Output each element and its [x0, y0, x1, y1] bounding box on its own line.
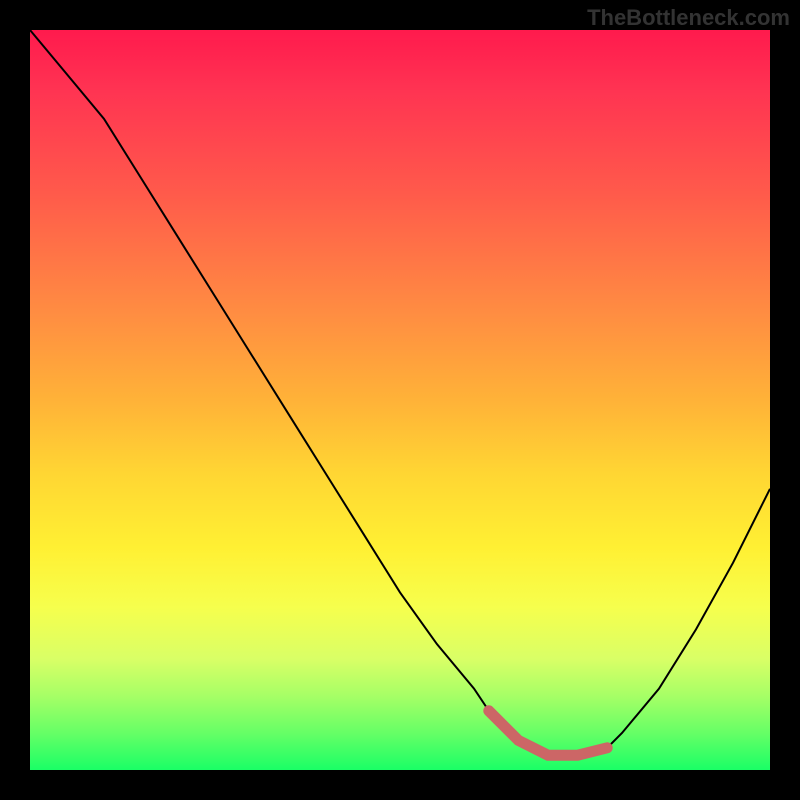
plot-area: [30, 30, 770, 770]
optimal-range-marker: [489, 711, 607, 755]
curve-svg: [30, 30, 770, 770]
chart-container: TheBottleneck.com: [0, 0, 800, 800]
bottleneck-curve: [30, 30, 770, 755]
watermark-text: TheBottleneck.com: [587, 5, 790, 31]
